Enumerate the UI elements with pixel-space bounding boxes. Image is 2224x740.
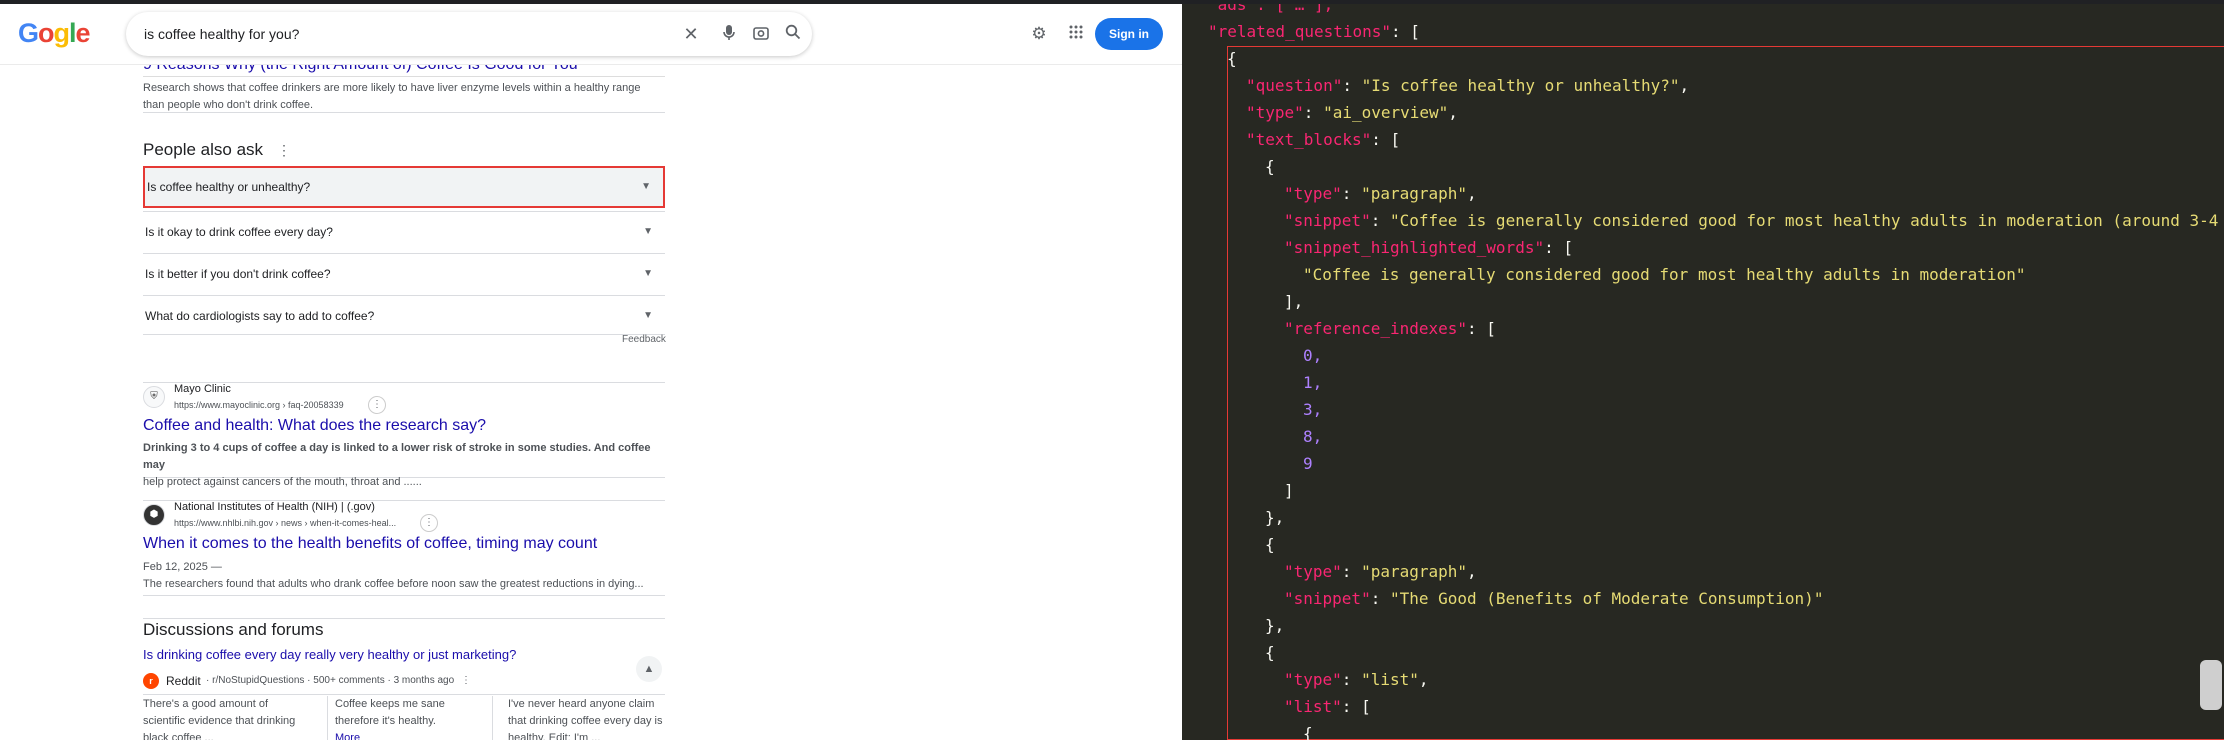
code-line: "ads": [ … ], [1208,4,1334,14]
site-favicon: ⬢ [143,504,165,526]
code-line: { [1303,724,1313,740]
code-line: "question": "Is coffee healthy or unheal… [1246,76,1690,95]
code-line: "snippet": "The Good (Benefits of Modera… [1284,589,1824,608]
search-header: Gogle ✕ ⚙ Sign in [0,4,1182,65]
more-options-icon[interactable]: ⋮ [277,142,291,158]
scrollbar-thumb[interactable] [2200,660,2222,710]
result-snippet: Drinking 3 to 4 cups of coffee a day is … [143,442,651,488]
chevron-down-icon: ▼ [643,268,653,279]
thread-comment-card[interactable]: I've never heard anyone claim that drink… [492,696,680,740]
code-line: ], [1284,292,1304,311]
reddit-icon: r [143,673,159,689]
search-icon[interactable] [783,24,803,44]
thread-meta: · r/NoStupidQuestions · 500+ comments · … [206,675,455,686]
divider [143,112,665,113]
code-line: { [1265,643,1275,662]
code-line: 1, [1303,373,1323,392]
result-source-name: National Institutes of Health (NIH) | (.… [174,501,375,513]
code-line: }, [1265,616,1285,635]
thread-comment-card[interactable]: There's a good amount of scientific evid… [143,696,313,740]
code-line: { [1227,49,1237,68]
code-line: "text_blocks": [ [1246,130,1401,149]
code-line: "reference_indexes": [ [1284,319,1496,338]
more-options-icon[interactable]: ⋮ [368,396,386,414]
code-line: "related_questions": [ [1208,22,1420,41]
json-code-pane[interactable]: "ads": [ … ], "related_questions": [ { "… [1182,4,2224,740]
result-snippet: The researchers found that adults who dr… [143,578,644,590]
camera-lens-icon[interactable] [751,24,771,44]
code-line: "snippet_highlighted_words": [ [1284,238,1573,257]
search-results-pane[interactable]: Gogle ✕ ⚙ Sign in 9 Reasons Why (the Rig… [0,4,1182,740]
code-line: { [1265,535,1275,554]
thread-title-link[interactable]: Is drinking coffee every day really very… [143,647,665,662]
apps-grid-icon[interactable] [1065,23,1087,45]
paa-question-3[interactable]: Is it better if you don't drink coffee? … [143,253,665,293]
microphone-icon[interactable] [719,24,739,44]
code-line: "type": "paragraph", [1284,562,1477,581]
chevron-down-icon: ▼ [643,226,653,237]
paa-question-2[interactable]: Is it okay to drink coffee every day? ▼ [143,211,665,251]
gear-icon[interactable]: ⚙ [1028,23,1050,45]
chevron-down-icon: ▼ [641,181,651,192]
code-line: 9 [1303,454,1313,473]
more-options-icon[interactable]: ⋮ [420,514,438,532]
code-line: "list": [ [1284,697,1371,716]
site-favicon: ⛨ [143,386,165,408]
result-title-link[interactable]: Coffee and health: What does the researc… [143,417,665,435]
result-url[interactable]: https://www.mayoclinic.org › faq-2005833… [174,400,344,410]
thread-platform: Reddit [166,674,201,688]
code-line: "type": "ai_overview", [1246,103,1458,122]
clear-icon[interactable]: ✕ [681,24,701,44]
paa-heading: People also ask ⋮ [143,140,292,159]
code-line: { [1265,157,1275,176]
result-url[interactable]: https://www.nhlbi.nih.gov › news › when-… [174,518,396,528]
more-options-icon[interactable]: ⋮ [458,673,474,689]
google-logo[interactable]: Gogle [18,18,91,49]
collapse-thread-button[interactable]: ▲ [636,656,662,682]
discussions-heading: Discussions and forums [143,618,665,640]
result-title-link[interactable]: When it comes to the health benefits of … [143,535,665,553]
feedback-link[interactable]: Feedback [622,334,666,345]
code-line: "Coffee is generally considered good for… [1303,265,2026,284]
code-line: "type": "list", [1284,670,1429,689]
code-line: "type": "paragraph", [1284,184,1477,203]
code-line: 0, [1303,346,1323,365]
search-input[interactable] [142,22,666,46]
thread-comment-card[interactable]: Coffee keeps me sane therefore it's heal… [327,696,495,740]
result-source-name: Mayo Clinic [174,383,231,395]
code-line: }, [1265,508,1285,527]
divider [143,694,665,695]
result-date: Feb 12, 2025 — [143,561,222,573]
paa-question-4[interactable]: What do cardiologists say to add to coff… [143,295,665,335]
code-line: 3, [1303,400,1323,419]
code-line: 8, [1303,427,1323,446]
sign-in-button[interactable]: Sign in [1095,18,1163,50]
search-box[interactable]: ✕ [126,12,812,56]
result-snippet: Research shows that coffee drinkers are … [143,82,641,111]
code-line: ] [1284,481,1294,500]
chevron-down-icon: ▼ [643,310,653,321]
code-line: "snippet": "Coffee is generally consider… [1284,211,2219,230]
paa-question-1[interactable]: Is coffee healthy or unhealthy? ▼ [143,166,665,208]
